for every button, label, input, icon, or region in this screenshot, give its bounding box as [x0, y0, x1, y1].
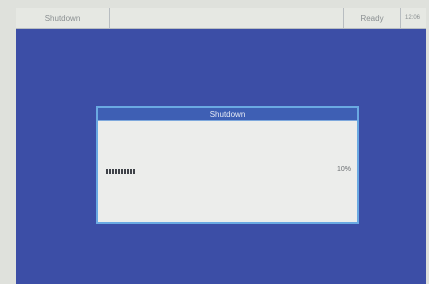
- progress-segment: [118, 169, 120, 174]
- progress-percent: 10%: [336, 166, 351, 173]
- progress-segment: [112, 169, 114, 174]
- progress-segment: [115, 169, 117, 174]
- topbar-time: 12:06: [405, 15, 421, 21]
- progress-segment: [109, 169, 111, 174]
- dialog-title: Shutdown: [98, 108, 357, 121]
- progress-bar: [106, 169, 135, 174]
- topbar-spacer: [110, 8, 344, 28]
- shutdown-dialog: Shutdown 10%: [96, 106, 359, 224]
- desktop-screen: Shutdown Ready 12:06 Shutdown 10%: [16, 8, 426, 284]
- progress-segment: [121, 169, 123, 174]
- progress-segment: [106, 169, 108, 174]
- top-status-bar: Shutdown Ready 12:06: [16, 8, 426, 29]
- progress-segment: [133, 169, 135, 174]
- topbar-status: Ready: [344, 8, 401, 28]
- topbar-title: Shutdown: [16, 8, 110, 28]
- progress-segment: [127, 169, 129, 174]
- progress-segment: [130, 169, 132, 174]
- progress-segment: [124, 169, 126, 174]
